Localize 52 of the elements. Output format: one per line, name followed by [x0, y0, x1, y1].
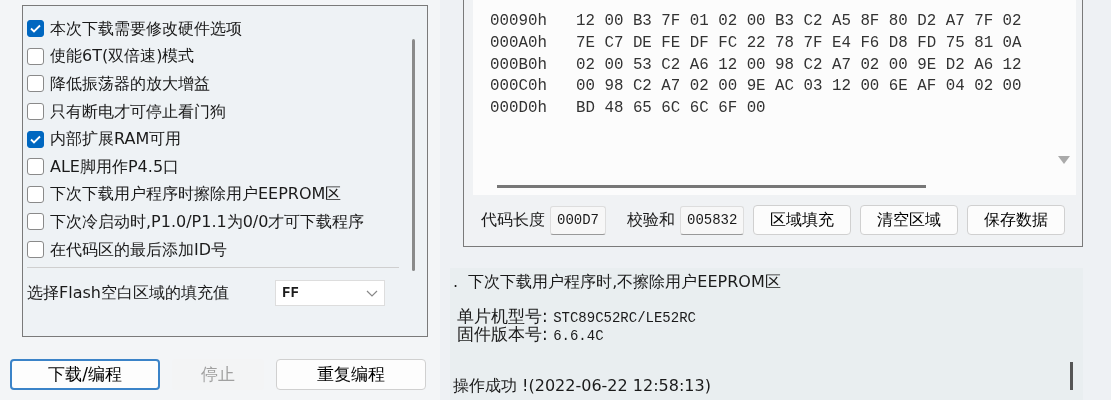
- hex-bytes: 02 00 53 C2 A6 12 00 98 C2 A7 02 00 9E D2 A6 12: [576, 54, 1022, 76]
- option-label: 降低振荡器的放大增益: [50, 73, 210, 95]
- log-line: 操作成功 !(2022-06-22 12:58:13): [453, 376, 712, 396]
- checkbox[interactable]: [27, 75, 44, 93]
- log-value: STC89C52RC/LE52RC: [553, 310, 696, 326]
- checkbox[interactable]: [27, 130, 44, 148]
- hex-bytes: 12 00 B3 7F 01 02 00 B3 C2 A5 8F 80 D2 A7 7F 02: [576, 11, 1022, 32]
- fill-select[interactable]: FF: [275, 280, 385, 307]
- code-length-field[interactable]: 000D7: [550, 205, 606, 235]
- scroll-down-icon[interactable]: [1058, 155, 1070, 164]
- checkbox[interactable]: [27, 241, 44, 259]
- checkbox[interactable]: [27, 20, 44, 38]
- option-label: 本次下载需要修改硬件选项: [50, 17, 242, 40]
- checksum-field[interactable]: 005832: [680, 205, 745, 235]
- checkbox[interactable]: [27, 103, 44, 121]
- hex-address: 000B0h: [490, 54, 548, 76]
- checksum-label: 校验和: [627, 209, 675, 231]
- scrollbar[interactable]: [497, 185, 926, 188]
- scrollbar[interactable]: [412, 39, 415, 271]
- checkbox[interactable]: [27, 213, 44, 231]
- action-button[interactable]: 下载/编程: [10, 359, 160, 390]
- option-label: ALE脚用作P4.5口: [50, 155, 180, 178]
- hex-address: 00090h: [490, 11, 548, 32]
- hex-bytes: 7E C7 DE FE DF FC 22 78 7F E4 F6 D8 FD 75 81 0A: [576, 32, 1022, 54]
- check-icon: [30, 24, 41, 34]
- action-button[interactable]: 重复编程: [276, 359, 426, 390]
- hex-address: 000D0h: [490, 98, 548, 120]
- checkbox[interactable]: [27, 47, 44, 65]
- hex-address: 000A0h: [490, 32, 548, 54]
- hex-bytes: 00 98 C2 A7 02 00 9E AC 03 12 00 6E AF 04 02 00: [576, 76, 1022, 98]
- data-button[interactable]: 区域填充: [753, 205, 852, 235]
- option-label: 只有断电才可停止看门狗: [50, 100, 226, 123]
- check-icon: [30, 134, 41, 144]
- hex-address: 000C0h: [490, 76, 548, 98]
- log-line: . 下次下载用户程序时,不擦除用户EEPROM区: [453, 272, 782, 292]
- fill-label: 选择Flash空白区域的填充值: [27, 282, 229, 305]
- chevron-icon: [366, 289, 378, 297]
- option-label: 下次下载用户程序时擦除用户EEPROM区: [50, 183, 342, 206]
- scrollbar[interactable]: [1070, 362, 1073, 390]
- option-label: 使能6T(双倍速)模式: [50, 45, 195, 68]
- data-button[interactable]: 保存数据: [967, 205, 1066, 235]
- option-label: 下次冷启动时,P1.0/P1.1为0/0才可下载程序: [50, 210, 365, 233]
- code-length-label: 代码长度: [481, 209, 545, 231]
- log-label: 固件版本号:: [457, 324, 549, 344]
- checkbox[interactable]: [27, 185, 44, 203]
- log-value: 6.6.4C: [553, 328, 604, 344]
- data-button[interactable]: 清空区域: [860, 205, 959, 235]
- log-label: 单片机型号:: [457, 306, 549, 326]
- hex-bytes: BD 48 65 6C 6C 6F 00: [576, 98, 766, 120]
- option-label: 在代码区的最后添加ID号: [50, 238, 228, 261]
- checkbox[interactable]: [27, 158, 44, 176]
- option-label: 内部扩展RAM可用: [50, 128, 182, 151]
